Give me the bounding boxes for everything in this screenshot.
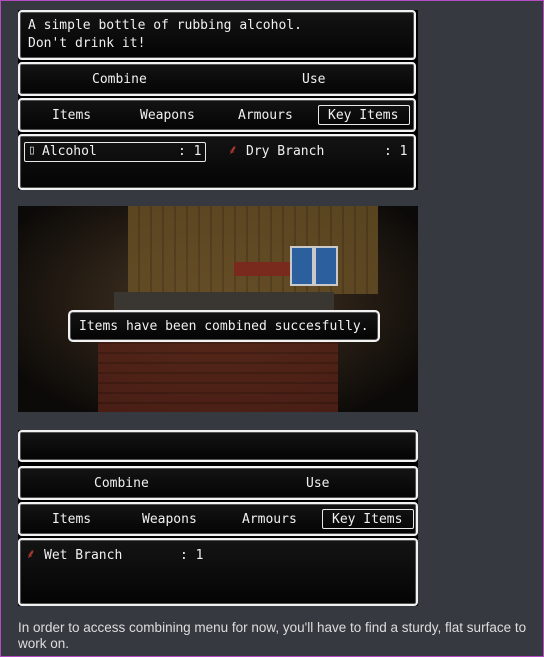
combine-command[interactable]: Combine (94, 476, 149, 491)
command-window: Combine Use (18, 62, 416, 96)
category-window: Items Weapons Armours Key Items (18, 502, 418, 536)
item-qty: : 1 (178, 144, 202, 159)
item-qty: : 1 (180, 548, 204, 563)
screenshot-inventory-after: Combine Use Items Weapons Armours Key It… (18, 430, 418, 606)
caption-text: In order to access combining menu for no… (18, 620, 527, 651)
branch-icon: ⸙ (26, 547, 36, 562)
item-name[interactable]: Dry Branch (246, 144, 324, 159)
tab-items[interactable]: Items (52, 108, 91, 123)
command-window: Combine Use (18, 466, 418, 500)
tab-armours[interactable]: Armours (242, 512, 297, 527)
back-wall (128, 206, 378, 294)
inventory-window: ⸙ Wet Branch : 1 (18, 538, 418, 606)
tab-weapons[interactable]: Weapons (142, 512, 197, 527)
screenshot-room-scene: Items have been combined succesfully. (18, 206, 418, 412)
description-line-1: A simple bottle of rubbing alcohol. (28, 18, 302, 33)
combine-command[interactable]: Combine (92, 72, 147, 87)
bookshelf (290, 246, 314, 286)
item-name[interactable]: Alcohol (42, 144, 97, 159)
combine-message: Items have been combined succesfully. (79, 319, 369, 334)
description-window: A simple bottle of rubbing alcohol. Don'… (18, 10, 416, 60)
branch-icon: ⸙ (228, 143, 238, 158)
floor-rug (98, 338, 338, 412)
tab-items[interactable]: Items (52, 512, 91, 527)
item-name[interactable]: Wet Branch (44, 548, 122, 563)
shelf (234, 262, 290, 276)
inventory-window: ▯ Alcohol : 1 ⸙ Dry Branch : 1 (18, 134, 416, 190)
tab-armours[interactable]: Armours (238, 108, 293, 123)
counter (114, 292, 334, 312)
tab-key-items[interactable]: Key Items (332, 512, 402, 527)
message-window: Items have been combined succesfully. (68, 310, 380, 342)
use-command[interactable]: Use (306, 476, 329, 491)
use-command[interactable]: Use (302, 72, 325, 87)
bookshelf (314, 246, 338, 286)
description-line-2: Don't drink it! (28, 36, 146, 51)
item-qty: : 1 (384, 144, 408, 159)
screenshot-inventory-before: A simple bottle of rubbing alcohol. Don'… (18, 10, 418, 190)
description-window (18, 430, 418, 462)
bottle-icon: ▯ (28, 143, 36, 158)
tab-key-items[interactable]: Key Items (328, 108, 398, 123)
tab-weapons[interactable]: Weapons (140, 108, 195, 123)
category-window: Items Weapons Armours Key Items (18, 98, 416, 132)
